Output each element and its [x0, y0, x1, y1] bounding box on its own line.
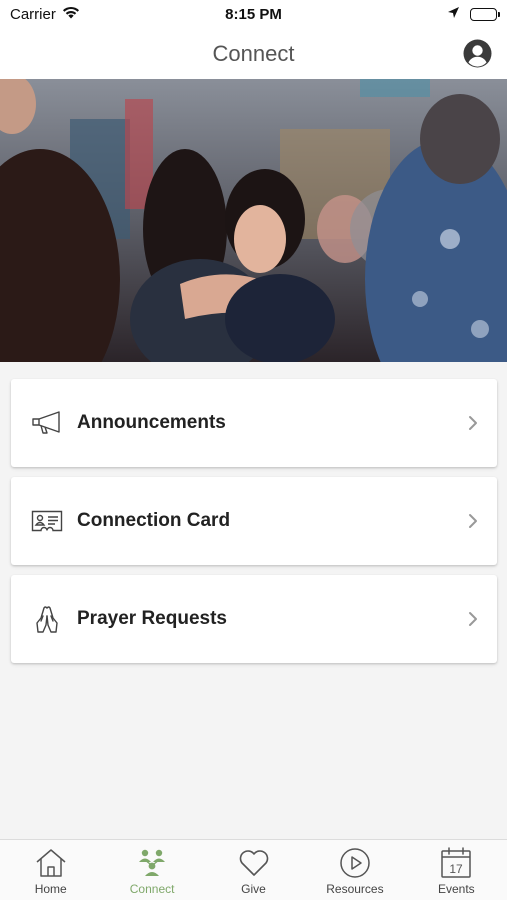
people-icon: [135, 846, 169, 880]
status-bar: Carrier 8:15 PM: [0, 0, 507, 28]
praying-hands-icon: [31, 603, 63, 635]
tab-home-label: Home: [34, 882, 67, 896]
tab-home[interactable]: Home: [0, 840, 101, 900]
carrier-label: Carrier: [10, 5, 56, 23]
id-card-icon: [31, 505, 63, 537]
chevron-right-icon: [467, 414, 479, 432]
tab-give[interactable]: Give: [203, 840, 304, 900]
status-left: Carrier: [10, 6, 80, 23]
user-avatar-icon: [463, 39, 492, 68]
connection-card-label: Connection Card: [77, 510, 231, 531]
battery-icon: [470, 7, 500, 21]
heart-icon: [237, 846, 271, 880]
wifi-icon: [62, 6, 80, 23]
menu-list: Announcements Connection Card Prayer Req…: [11, 379, 497, 673]
status-right: [447, 6, 500, 23]
location-arrow-icon: [447, 6, 460, 23]
announcements-label: Announcements: [77, 412, 226, 433]
tab-resources-label: Resources: [326, 882, 384, 896]
chevron-right-icon: [467, 610, 479, 628]
calendar-icon: 17: [439, 846, 473, 880]
nav-bar: Connect: [0, 28, 507, 79]
page-title: Connect: [212, 40, 295, 66]
prayer-requests-label: Prayer Requests: [77, 608, 227, 629]
tab-events-label: Events: [437, 882, 475, 896]
prayer-requests-item[interactable]: Prayer Requests: [11, 575, 497, 663]
tab-bar: Home Connect Give Resources 17 Events: [0, 839, 507, 900]
connection-card-item[interactable]: Connection Card: [11, 477, 497, 565]
hero-image: [0, 79, 507, 362]
tab-resources[interactable]: Resources: [304, 840, 405, 900]
tab-connect-label: Connect: [129, 882, 175, 896]
home-icon: [34, 846, 68, 880]
calendar-day: 17: [450, 862, 464, 876]
tab-events[interactable]: 17 Events: [406, 840, 507, 900]
profile-button[interactable]: [463, 39, 492, 68]
tab-connect[interactable]: Connect: [101, 840, 202, 900]
play-icon: [338, 846, 372, 880]
chevron-right-icon: [467, 512, 479, 530]
tab-give-label: Give: [241, 882, 266, 896]
megaphone-icon: [31, 407, 63, 439]
announcements-item[interactable]: Announcements: [11, 379, 497, 467]
